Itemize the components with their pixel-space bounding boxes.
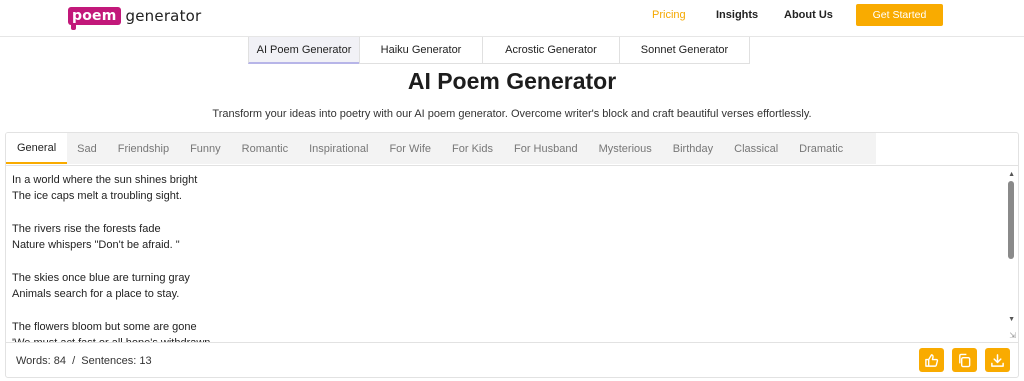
- sentence-count: 13: [139, 355, 152, 367]
- scroll-thumb[interactable]: [1008, 181, 1014, 259]
- category-tab-for-kids[interactable]: For Kids: [442, 133, 504, 164]
- sentences-label: Sentences:: [81, 355, 137, 367]
- category-tabs: General Sad Friendship Funny Romantic In…: [6, 133, 876, 164]
- tab-haiku-generator[interactable]: Haiku Generator: [359, 37, 483, 64]
- scrollbar[interactable]: ▲ ▼: [1004, 166, 1018, 342]
- category-tab-birthday[interactable]: Birthday: [662, 133, 723, 164]
- words-label: Words:: [16, 355, 51, 367]
- poem-panel: General Sad Friendship Funny Romantic In…: [5, 132, 1019, 378]
- scroll-up-arrow-icon[interactable]: ▲: [1008, 171, 1015, 178]
- category-tab-funny[interactable]: Funny: [180, 133, 232, 164]
- category-tab-inspirational[interactable]: Inspirational: [299, 133, 379, 164]
- category-tab-general[interactable]: General: [6, 133, 67, 164]
- poem-textarea[interactable]: In a world where the sun shines bright T…: [6, 165, 1018, 343]
- download-button[interactable]: [985, 348, 1010, 372]
- category-tab-for-husband[interactable]: For Husband: [503, 133, 588, 164]
- like-button[interactable]: [919, 348, 944, 372]
- page-title: AI Poem Generator: [407, 68, 617, 94]
- copy-icon: [959, 353, 971, 367]
- logo-text: generator: [125, 7, 202, 25]
- page-subtitle: Transform your ideas into poetry with ou…: [212, 108, 812, 120]
- word-count: 84: [53, 355, 66, 367]
- tab-ai-poem-generator[interactable]: AI Poem Generator: [248, 37, 360, 64]
- category-tab-dramatic[interactable]: Dramatic: [789, 133, 854, 164]
- category-tab-sad[interactable]: Sad: [67, 133, 108, 164]
- category-tab-classical[interactable]: Classical: [724, 133, 789, 164]
- category-tab-friendship[interactable]: Friendship: [107, 133, 179, 164]
- category-tab-romantic[interactable]: Romantic: [231, 133, 298, 164]
- poem-text[interactable]: In a world where the sun shines bright T…: [12, 172, 1002, 342]
- site-logo[interactable]: poem generator: [68, 4, 202, 30]
- nav-pricing[interactable]: Pricing: [652, 9, 686, 21]
- tab-sonnet-generator[interactable]: Sonnet Generator: [619, 37, 750, 64]
- nav-about-us[interactable]: About Us: [784, 9, 833, 21]
- get-started-button[interactable]: Get Started: [856, 4, 943, 26]
- scroll-down-arrow-icon[interactable]: ▼: [1008, 316, 1015, 323]
- tool-tabs: AI Poem Generator Haiku Generator Acrost…: [248, 37, 750, 64]
- category-tab-mysterious[interactable]: Mysterious: [588, 133, 662, 164]
- action-buttons: [919, 348, 1010, 372]
- stats-separator: /: [72, 355, 76, 367]
- category-tab-for-wife[interactable]: For Wife: [379, 133, 442, 164]
- tab-acrostic-generator[interactable]: Acrostic Generator: [482, 37, 620, 64]
- logo-mark: poem: [68, 7, 121, 30]
- top-header: poem generator Pricing Insights About Us…: [0, 0, 1024, 37]
- thumbs-up-icon: [925, 353, 939, 367]
- poem-stats: Words: 84 / Sentences: 13: [16, 355, 152, 367]
- resize-handle-icon[interactable]: ⇲: [1009, 331, 1016, 340]
- download-icon: [991, 353, 1004, 367]
- copy-button[interactable]: [952, 348, 977, 372]
- nav-insights[interactable]: Insights: [716, 9, 758, 21]
